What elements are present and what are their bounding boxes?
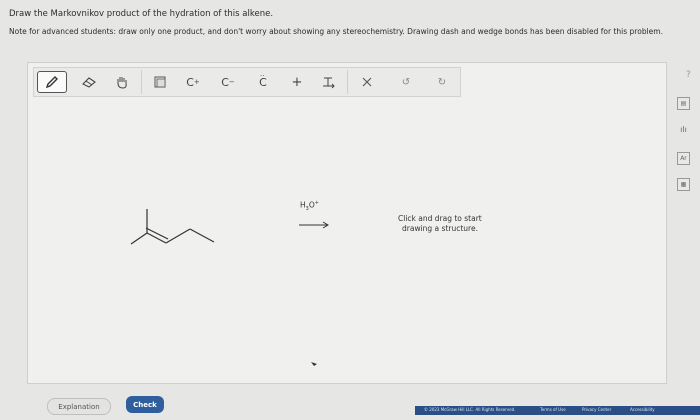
double-bond-line — [145, 227, 169, 240]
footer-accessibility-link[interactable]: Accessibility — [630, 407, 655, 412]
bond-line — [130, 232, 148, 245]
page: Draw the Markovnikov product of the hydr… — [0, 0, 700, 420]
explanation-button[interactable]: Explanation — [47, 398, 111, 415]
footer-copyright: © 2023 McGraw Hill LLC. All Rights Reser… — [424, 407, 516, 412]
footer-privacy-link[interactable]: Privacy Center — [582, 407, 611, 412]
reaction-arrow — [299, 221, 329, 229]
molecule-layer — [130, 209, 329, 366]
reagent-charge: + — [314, 200, 319, 206]
hint-line-1: Click and drag to start — [398, 214, 482, 223]
bond-line — [165, 228, 191, 244]
footer-terms-link[interactable]: Terms of Use — [540, 407, 566, 412]
bond-line — [189, 228, 215, 243]
alkene-structure[interactable] — [130, 209, 215, 245]
reagent-label: H3O+ — [300, 200, 319, 212]
double-bond-line — [146, 232, 167, 244]
hint-line-2: drawing a structure. — [402, 223, 478, 233]
drawing-hint: Click and drag to start drawing a struct… — [398, 214, 482, 233]
cursor-icon — [311, 362, 317, 366]
check-button[interactable]: Check — [126, 396, 164, 413]
